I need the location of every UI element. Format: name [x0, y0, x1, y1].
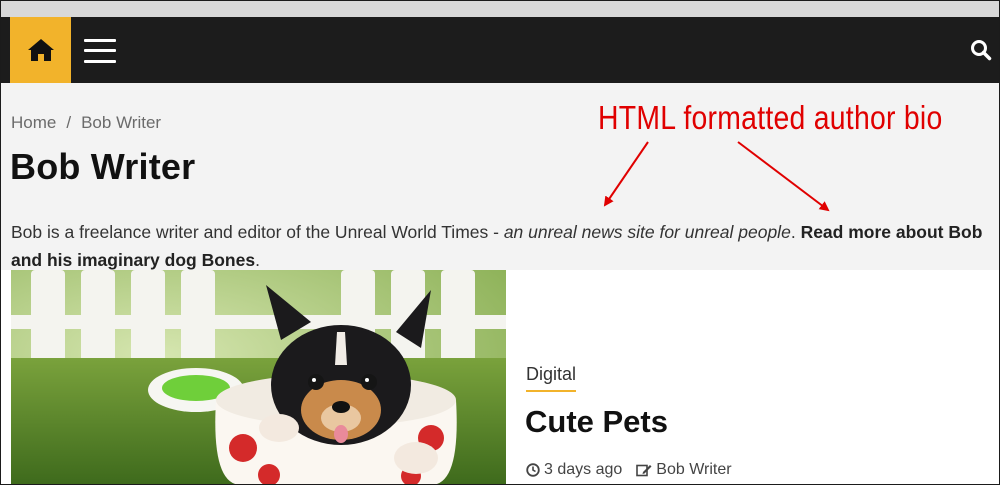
breadcrumb-current: Bob Writer: [81, 113, 162, 132]
post-meta: 3 days ago Bob Writer: [526, 461, 732, 479]
post-category-link[interactable]: Digital: [526, 364, 577, 392]
post-date-link[interactable]: 3 days ago: [544, 461, 622, 479]
post-author-link[interactable]: Bob Writer: [656, 461, 731, 479]
search-icon: [971, 40, 992, 61]
top-navbar: [0, 17, 1000, 83]
post-title-link[interactable]: Cute Pets: [525, 404, 668, 440]
post-thumbnail[interactable]: [11, 270, 506, 485]
author-bio: Bob is a freelance writer and editor of …: [11, 218, 991, 274]
clock-icon: [526, 463, 540, 477]
browser-top-strip: [0, 0, 1000, 17]
post-author: Bob Writer: [636, 461, 732, 479]
breadcrumb-separator: /: [66, 113, 72, 132]
bio-period: .: [790, 222, 796, 242]
post-date: 3 days ago: [526, 461, 622, 479]
breadcrumb-home-link[interactable]: Home: [11, 113, 56, 132]
hamburger-menu-icon: [84, 39, 116, 42]
home-icon: [27, 39, 54, 61]
menu-toggle-button[interactable]: [84, 39, 116, 63]
bio-italic-text: an unreal news site for unreal people: [503, 222, 791, 242]
edit-icon: [636, 464, 652, 477]
bio-end-period: .: [255, 250, 260, 270]
breadcrumb: Home / Bob Writer: [11, 113, 161, 133]
search-button[interactable]: [970, 39, 992, 61]
home-button[interactable]: [10, 17, 71, 83]
puppy-in-cup-image: [11, 270, 506, 485]
annotation-label: HTML formatted author bio: [598, 99, 943, 136]
hamburger-line: [84, 60, 116, 63]
bio-text: Bob is a freelance writer and editor of …: [11, 222, 504, 242]
hamburger-line: [84, 49, 116, 52]
page-title: Bob Writer: [10, 146, 196, 187]
